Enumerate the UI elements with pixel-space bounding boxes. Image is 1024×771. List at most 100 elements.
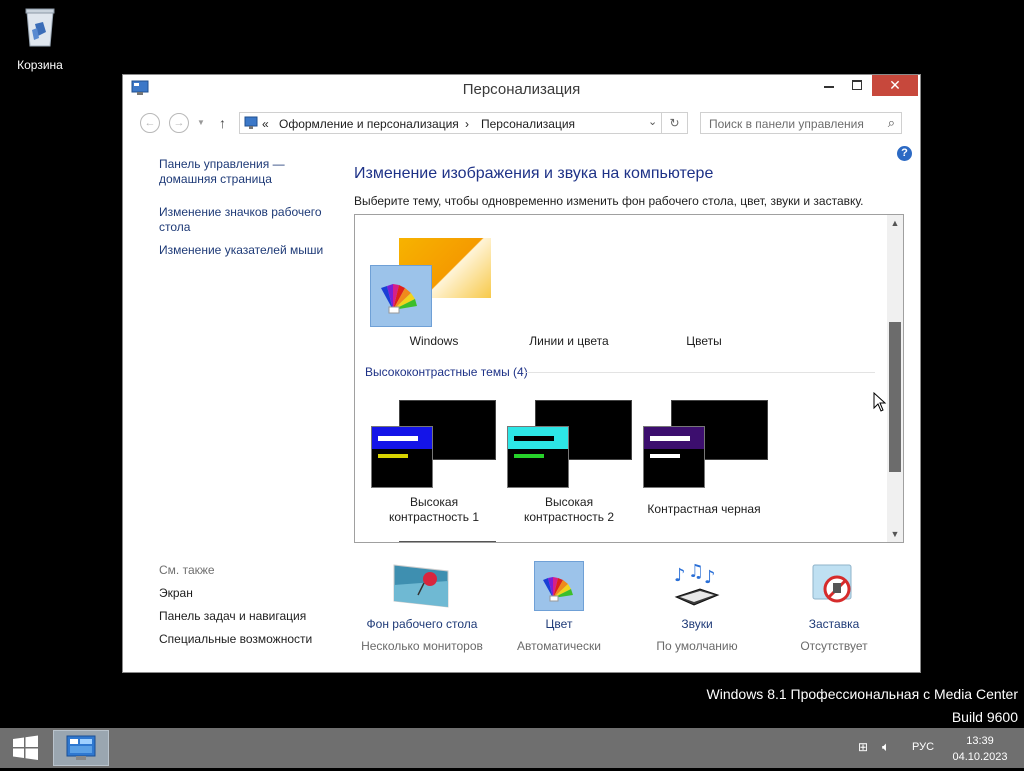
hc1-accent-swatch [378, 454, 408, 458]
scroll-down-icon[interactable]: ▼ [889, 529, 901, 539]
desktop-background-item[interactable]: Фон рабочего стола Несколько мониторов [357, 561, 487, 653]
theme-flowers[interactable]: Цветы [639, 334, 769, 349]
hcb-preview [643, 426, 705, 488]
system-clock[interactable]: 13:39 04.10.2023 [944, 733, 1016, 765]
link-line: Панель управления — [159, 157, 285, 171]
scroll-up-icon[interactable]: ▲ [889, 218, 901, 228]
build-watermark: Build 9600 [951, 709, 1018, 725]
recycle-bin-desktop-icon[interactable]: Корзина [8, 6, 72, 72]
color-icon [534, 561, 584, 611]
link-line: домашняя страница [159, 172, 272, 186]
minimize-icon [824, 86, 834, 88]
svg-text:♪: ♪ [674, 565, 686, 586]
hc2-preview [507, 426, 569, 488]
maximize-icon [852, 80, 862, 90]
hc-group-header: Высококонтрастные темы (4) [365, 365, 528, 379]
screensaver-icon [807, 561, 861, 611]
arrow-right-icon: → [173, 117, 185, 129]
bottom-link[interactable]: Фон рабочего стола [357, 617, 487, 631]
network-icon[interactable]: ⊞ [858, 740, 868, 754]
color-item[interactable]: Цвет Автоматически [494, 561, 624, 653]
theme-contrast-black[interactable]: Контрастная черная [639, 399, 769, 529]
svg-text:♪: ♪ [704, 567, 716, 588]
theme-name-line: контрастность 1 [388, 510, 480, 524]
theme-list[interactable]: Windows Линии и цвета Цветы Высококонтра… [354, 214, 904, 543]
theme-list-scrollbar[interactable]: ▲ ▼ [887, 215, 903, 542]
see-also-accessibility-link[interactable]: Специальные возможности [159, 632, 312, 646]
back-button[interactable]: ← [140, 113, 160, 133]
breadcrumb-personalization[interactable]: Персонализация [481, 117, 575, 131]
group-divider [525, 372, 875, 373]
hc2-text-swatch [514, 436, 554, 441]
refresh-icon: ↻ [669, 116, 680, 130]
start-button[interactable] [0, 728, 50, 768]
link-line: Изменение значков рабочего [159, 205, 322, 219]
scrollbar-thumb[interactable] [889, 322, 901, 472]
minimize-button[interactable] [815, 75, 843, 96]
theme-windows[interactable]: Windows [369, 225, 499, 355]
close-button[interactable]: ✕ [872, 75, 918, 96]
forward-button[interactable]: → [169, 113, 189, 133]
breadcrumb-separator[interactable]: › [465, 117, 469, 131]
see-also-display-link[interactable]: Экран [159, 586, 193, 600]
theme-high-contrast-1[interactable]: Высокая контрастность 1 [369, 399, 499, 529]
next-theme-peek [399, 541, 496, 542]
recent-pages-button[interactable]: ▼ [197, 118, 205, 127]
maximize-button[interactable] [843, 75, 871, 96]
search-placeholder: Поиск в панели управления [709, 117, 864, 131]
page-description: Выберите тему, чтобы одновременно измени… [354, 194, 864, 208]
hc1-text-swatch [378, 436, 418, 441]
scrolled-group-header [375, 215, 495, 217]
bottom-sub: Несколько мониторов [361, 639, 483, 653]
breadcrumb-appearance[interactable]: Оформление и персонализация [279, 117, 459, 131]
close-icon: ✕ [889, 77, 901, 93]
address-dropdown-icon[interactable]: ⌄ [648, 115, 657, 128]
recycle-bin-label: Корзина [17, 58, 63, 72]
color-fan-icon [381, 284, 417, 314]
taskbar-control-panel-button[interactable] [53, 730, 109, 766]
see-also-taskbar-link[interactable]: Панель задач и навигация [159, 609, 306, 623]
clock-date: 04.10.2023 [952, 751, 1008, 763]
change-mouse-pointers-link[interactable]: Изменение указателей мыши [159, 243, 323, 258]
arrow-up-icon: ↑ [219, 115, 226, 131]
bottom-link[interactable]: Звуки [632, 617, 762, 631]
refresh-button[interactable]: ↻ [662, 112, 688, 134]
help-icon: ? [901, 147, 908, 159]
theme-lines-colors[interactable]: Линии и цвета [504, 334, 634, 349]
breadcrumb-root[interactable]: « [262, 117, 269, 131]
control-panel-home-link[interactable]: Панель управления — домашняя страница [159, 157, 285, 187]
taskbar: ⊞ 🔈︎ РУС 13:39 04.10.2023 [0, 728, 1024, 768]
input-language-indicator[interactable]: РУС [912, 741, 934, 753]
recycle-bin-icon [23, 6, 57, 48]
theme-name: Высокая контрастность 2 [504, 495, 634, 525]
control-panel-taskbar-icon [66, 735, 96, 760]
hcb-text-swatch [650, 436, 690, 441]
help-button[interactable]: ? [897, 146, 912, 161]
hc1-preview [371, 426, 433, 488]
volume-icon[interactable]: 🔈︎ [882, 739, 890, 755]
bottom-sub: Отсутствует [800, 639, 868, 653]
up-button[interactable]: ↑ [219, 115, 226, 131]
title-bar[interactable]: Персонализация ✕ [123, 75, 920, 104]
page-title: Изменение изображения и звука на компьют… [354, 165, 714, 182]
theme-windows-color-swatch [370, 265, 432, 327]
hcb-accent-swatch [650, 454, 680, 458]
edition-watermark: Windows 8.1 Профессиональная с Media Cen… [706, 686, 1018, 702]
bottom-link[interactable]: Цвет [494, 617, 624, 631]
screensaver-item[interactable]: Заставка Отсутствует [769, 561, 899, 653]
chevron-down-icon: ▼ [197, 118, 205, 127]
windows-logo-icon [13, 735, 38, 760]
change-desktop-icons-link[interactable]: Изменение значков рабочего стола [159, 205, 322, 235]
link-line: стола [159, 220, 191, 234]
sounds-icon: ♪ ♫ ♪ [670, 561, 724, 611]
search-input[interactable]: Поиск в панели управления ⌕ [700, 112, 902, 134]
sounds-item[interactable]: ♪ ♫ ♪ Звуки По умолчанию [632, 561, 762, 653]
clock-time: 13:39 [966, 735, 994, 747]
theme-name-line: Высокая [544, 495, 594, 509]
address-bar[interactable]: « Оформление и персонализация › Персонал… [239, 112, 662, 134]
bottom-sub: По умолчанию [656, 639, 738, 653]
bottom-link[interactable]: Заставка [769, 617, 899, 631]
theme-high-contrast-2[interactable]: Высокая контрастность 2 [504, 399, 634, 529]
window-title: Персонализация [462, 81, 581, 98]
theme-name: Windows [409, 334, 459, 348]
